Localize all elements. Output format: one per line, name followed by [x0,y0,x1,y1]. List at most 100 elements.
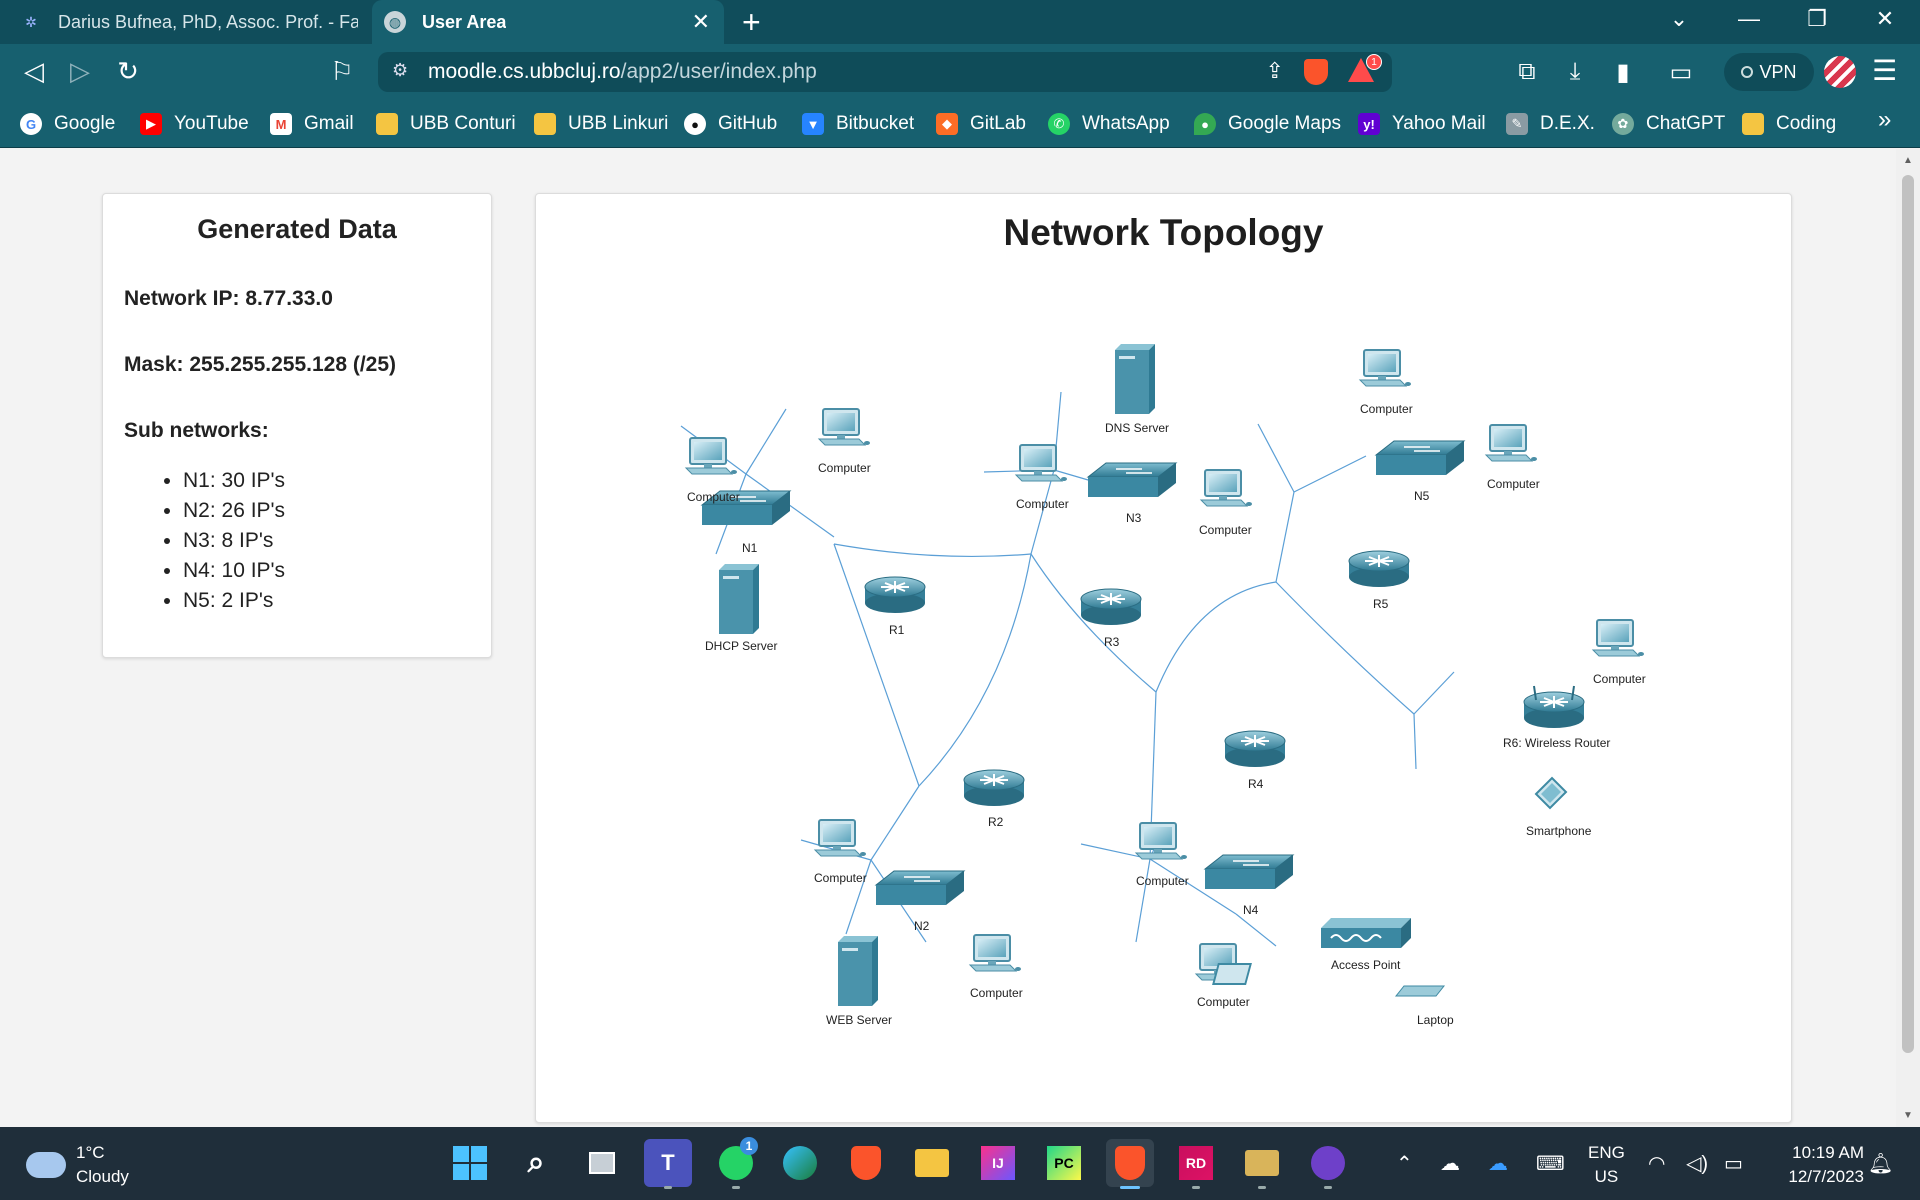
tab-search-icon[interactable]: ⌄ [1664,6,1694,32]
sidebar-icon[interactable]: ▮ [1608,58,1638,87]
tab-title: Darius Bufnea, PhD, Assoc. Prof. - Facu [58,11,358,32]
dhcp-server[interactable] [719,564,759,634]
router-r5[interactable] [1348,550,1410,588]
tab-active[interactable]: ◍ User Area ✕ [372,0,724,44]
bookmark-google[interactable]: G Google [20,108,115,140]
bookmark-google-maps[interactable]: ● Google Maps [1194,108,1341,140]
intellij-icon[interactable]: IJ [974,1139,1022,1187]
battery-icon[interactable]: ▭ [1724,1151,1743,1176]
menu-icon[interactable]: ☰ [1872,54,1897,87]
bookmark-page-icon[interactable]: ⚐ [326,56,358,87]
switch-n4[interactable] [1204,854,1294,890]
url-text[interactable]: moodle.cs.ubbcluj.ro/app2/user/index.php [428,60,817,84]
language-indicator[interactable]: ENG US [1588,1141,1625,1189]
dns-server[interactable] [1115,344,1155,414]
github-desktop-icon[interactable] [1304,1139,1352,1189]
laptop[interactable] [1212,963,1446,997]
teams-icon[interactable]: T [644,1139,692,1189]
new-tab-button[interactable]: + [742,4,761,41]
bookmark-bitbucket[interactable]: ▼ Bitbucket [802,108,914,140]
smartphone[interactable] [1534,776,1568,810]
task-view-icon[interactable] [578,1139,626,1187]
close-tab-icon[interactable]: ✕ [692,9,710,35]
bookmark-coding[interactable]: Coding [1742,108,1836,140]
bookmark-dex[interactable]: ✎ D.E.X. [1506,108,1595,140]
computer-n5-a[interactable] [1359,349,1412,387]
access-point[interactable] [1321,918,1411,948]
brave-taskbar-icon[interactable] [842,1139,890,1187]
bookmark-chatgpt[interactable]: ✿ ChatGPT [1612,108,1725,140]
restore-button[interactable]: ❐ [1802,6,1832,32]
bookmark-whatsapp[interactable]: ✆ WhatsApp [1048,108,1170,140]
computer-n2-a[interactable] [814,819,867,857]
forward-button[interactable]: ▷ [64,56,96,87]
tab-inactive[interactable]: ✲ Darius Bufnea, PhD, Assoc. Prof. - Fac… [8,0,368,44]
download-icon[interactable]: ⤓ [1560,58,1590,86]
notification-bell-icon[interactable]: 🔔︎ [1868,1151,1893,1176]
router-r4[interactable] [1224,730,1286,768]
show-hidden-icons[interactable]: ⌃ [1396,1151,1413,1176]
site-settings-icon[interactable]: ⚙ [392,60,408,81]
mail-app-icon[interactable] [1238,1139,1286,1189]
bookmark-ubb-linkuri[interactable]: UBB Linkuri [534,108,668,140]
address-bar[interactable]: ⚙ moodle.cs.ubbcluj.ro/app2/user/index.p… [378,52,1392,92]
keyboard-icon[interactable]: ⌨ [1536,1151,1565,1176]
web-server[interactable] [838,936,878,1006]
computer-n3-b[interactable] [1200,469,1253,507]
bookmarks-bar: G Google ▶ YouTube M Gmail UBB Conturi UBB … [0,100,1920,148]
label-smartphone: Smartphone [1526,824,1592,838]
whatsapp-taskbar-icon[interactable]: 1 [712,1137,760,1189]
close-window-button[interactable]: ✕ [1870,6,1900,32]
scroll-thumb[interactable] [1902,175,1914,1053]
onedrive-icon[interactable]: ☁ [1488,1151,1508,1176]
brave-active-icon[interactable] [1106,1139,1154,1189]
more-bookmarks-icon[interactable]: » [1878,106,1891,134]
bookmark-youtube[interactable]: ▶ YouTube [140,108,249,140]
file-explorer-icon[interactable] [908,1139,956,1187]
router-r2[interactable] [963,769,1025,807]
extensions-icon[interactable]: ⧉ [1512,58,1542,86]
reload-button[interactable]: ↻ [112,56,144,87]
brave-shields-icon[interactable] [1304,59,1328,85]
bookmark-github[interactable]: ● GitHub [684,108,777,140]
computer-wireless[interactable] [1592,619,1645,657]
vpn-button[interactable]: VPN [1724,53,1814,91]
start-button[interactable] [446,1139,494,1187]
rider-icon[interactable]: RD [1172,1139,1220,1189]
switch-n5[interactable] [1375,440,1465,476]
volume-icon[interactable]: ◁) [1686,1151,1708,1176]
search-icon[interactable]: ⌕ [512,1139,560,1187]
computer-n2-b[interactable] [969,934,1022,972]
computer-n1-a[interactable] [685,437,738,475]
scroll-up-icon[interactable]: ▲ [1896,155,1920,166]
wireless-router-r6[interactable] [1523,685,1585,729]
switch-n3[interactable] [1087,462,1177,498]
back-button[interactable]: ◁ [18,56,50,87]
page-scrollbar[interactable]: ▲ ▼ [1896,149,1920,1127]
onedrive-alert-icon[interactable]: ☁ [1440,1151,1460,1176]
bookmark-yahoo-mail[interactable]: y! Yahoo Mail [1358,108,1486,140]
edge-icon[interactable] [776,1139,824,1187]
wallet-icon[interactable]: ▭ [1666,58,1696,87]
weather-widget[interactable]: 1°C Cloudy [26,1141,129,1189]
label-web: WEB Server [826,1013,892,1027]
router-r1[interactable] [864,576,926,614]
youtube-icon: ▶ [140,113,162,135]
clock[interactable]: 10:19 AM 12/7/2023 [1768,1141,1864,1189]
minimize-button[interactable]: — [1734,6,1764,32]
computer-n5-b[interactable] [1485,424,1538,462]
share-icon[interactable]: ⇪ [1266,58,1284,84]
router-r3[interactable] [1080,588,1142,626]
switch-n2[interactable] [875,870,965,906]
computer-n4-a[interactable] [1135,822,1188,860]
computer-n1-b[interactable] [818,408,871,446]
bookmark-gitlab[interactable]: ◆ GitLab [936,108,1026,140]
wifi-icon[interactable]: ◠ [1648,1151,1665,1176]
scroll-down-icon[interactable]: ▼ [1896,1110,1920,1121]
bookmark-ubb-conturi[interactable]: UBB Conturi [376,108,516,140]
computer-n3-a[interactable] [1015,444,1068,482]
bookmark-gmail[interactable]: M Gmail [270,108,354,140]
pycharm-icon[interactable]: PC [1040,1139,1088,1187]
profile-avatar[interactable] [1824,56,1856,88]
bitbucket-icon: ▼ [802,113,824,135]
